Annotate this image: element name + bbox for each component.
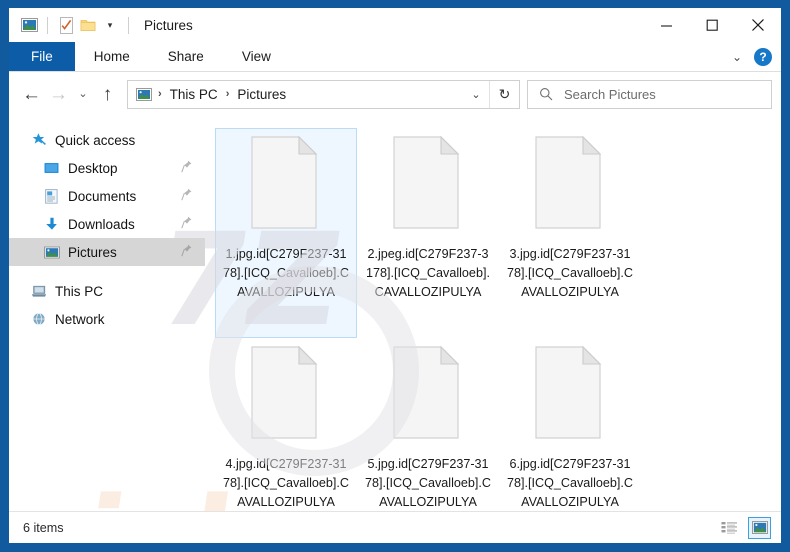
ribbon-tab-bar: File Home Share View ⌄ ?	[9, 42, 781, 72]
properties-icon[interactable]	[55, 14, 77, 36]
customize-dropdown-icon[interactable]: ▾	[99, 14, 121, 36]
maximize-button[interactable]	[689, 9, 735, 42]
large-icons-view-icon[interactable]	[748, 516, 771, 539]
sidebar-item-network[interactable]: Network	[9, 305, 205, 333]
navigation-bar: ← → ⌄ ↑ › This PC › Pictures ⌄ ↻ Search …	[9, 72, 781, 116]
desktop-icon	[43, 160, 60, 177]
tab-view[interactable]: View	[223, 42, 290, 71]
help-icon[interactable]: ?	[754, 47, 772, 66]
file-document-icon	[391, 345, 465, 441]
up-button[interactable]: ↑	[94, 79, 121, 109]
tab-home[interactable]: Home	[75, 42, 149, 71]
pin-icon[interactable]	[181, 244, 192, 260]
details-view-icon[interactable]	[718, 517, 741, 539]
this-pc-icon	[30, 283, 47, 300]
downloads-icon	[43, 216, 60, 233]
item-count-label: 6 items	[23, 520, 64, 535]
sidebar-item-desktop[interactable]: Desktop	[9, 154, 205, 182]
file-name-label: 4.jpg.id[C279F237-3178].[ICQ_Cavalloeb].…	[223, 457, 349, 509]
file-name-label: 3.jpg.id[C279F237-3178].[ICQ_Cavalloeb].…	[507, 247, 633, 299]
breadcrumb-pictures[interactable]: Pictures	[235, 87, 288, 102]
pin-icon[interactable]	[181, 160, 192, 176]
file-list-pane[interactable]: 1.jpg.id[C279F237-3178].[ICQ_Cavalloeb].…	[205, 116, 781, 511]
sidebar-label-desktop: Desktop	[68, 160, 118, 176]
file-item[interactable]: 4.jpg.id[C279F237-3178].[ICQ_Cavalloeb].…	[215, 338, 357, 511]
breadcrumb-this-pc[interactable]: This PC	[168, 87, 220, 102]
navigation-pane: Quick access Desktop Documents Downloads…	[9, 116, 205, 511]
sidebar-item-quick-access[interactable]: Quick access	[9, 126, 205, 154]
sidebar-label-documents: Documents	[68, 188, 137, 204]
file-name-label: 2.jpeg.id[C279F237-3178].[ICQ_Cavalloeb]…	[366, 247, 490, 299]
search-box[interactable]: Search Pictures	[527, 79, 772, 109]
toolbar-divider	[47, 16, 48, 34]
file-document-icon	[249, 345, 323, 441]
refresh-icon[interactable]: ↻	[489, 80, 519, 108]
sidebar-label-pictures: Pictures	[68, 244, 117, 260]
file-item[interactable]: 1.jpg.id[C279F237-3178].[ICQ_Cavalloeb].…	[215, 128, 357, 338]
file-name-label: 5.jpg.id[C279F237-3178].[ICQ_Cavalloeb].…	[365, 457, 491, 509]
forward-button[interactable]: →	[45, 79, 72, 109]
network-icon	[30, 311, 47, 328]
sidebar-item-downloads[interactable]: Downloads	[9, 210, 205, 238]
sidebar-item-documents[interactable]: Documents	[9, 182, 205, 210]
file-item[interactable]: 6.jpg.id[C279F237-3178].[ICQ_Cavalloeb].…	[499, 338, 641, 511]
pictures-folder-icon[interactable]	[18, 14, 40, 36]
breadcrumb-separator-2: ›	[225, 88, 230, 100]
pictures-icon	[43, 244, 60, 261]
search-input[interactable]: Search Pictures	[564, 87, 656, 102]
file-document-icon	[533, 135, 607, 231]
back-button[interactable]: ←	[18, 79, 45, 109]
title-bar: ▾ Pictures	[9, 8, 781, 42]
star-pin-icon	[30, 132, 47, 149]
ribbon-controls: ⌄ ?	[725, 42, 781, 71]
view-toggle-group	[718, 516, 771, 539]
file-document-icon	[533, 345, 607, 441]
minimize-button[interactable]	[643, 9, 689, 42]
toolbar-divider-2	[128, 16, 129, 34]
address-dropdown-chevron-down-icon[interactable]: ⌄	[463, 81, 489, 108]
pin-icon[interactable]	[181, 188, 192, 204]
breadcrumb-separator-1: ›	[158, 88, 162, 100]
file-document-icon	[249, 135, 323, 231]
expand-ribbon-chevron-down-icon[interactable]: ⌄	[725, 45, 749, 69]
file-grid: 1.jpg.id[C279F237-3178].[ICQ_Cavalloeb].…	[215, 128, 781, 511]
explorer-body: 7Z risk com Quick access	[9, 116, 781, 511]
file-name-label: 6.jpg.id[C279F237-3178].[ICQ_Cavalloeb].…	[507, 457, 633, 509]
search-icon	[537, 86, 554, 103]
tab-share[interactable]: Share	[149, 42, 223, 71]
sidebar-label-downloads: Downloads	[68, 216, 135, 232]
quick-access-toolbar: ▾ Pictures	[9, 14, 193, 36]
close-button[interactable]	[735, 9, 781, 42]
explorer-window: ▾ Pictures File Home Share View ⌄ ? ← → …	[0, 0, 790, 552]
status-bar: 6 items	[9, 511, 781, 543]
address-bar[interactable]: › This PC › Pictures ⌄ ↻	[127, 79, 520, 109]
pin-icon[interactable]	[181, 216, 192, 232]
sidebar-item-pictures[interactable]: Pictures	[9, 238, 205, 266]
new-folder-icon[interactable]	[77, 14, 99, 36]
tab-file[interactable]: File	[9, 42, 75, 71]
file-item[interactable]: 3.jpg.id[C279F237-3178].[ICQ_Cavalloeb].…	[499, 128, 641, 338]
recent-locations-chevron-down-icon[interactable]: ⌄	[72, 79, 94, 109]
address-pictures-icon	[135, 86, 152, 103]
file-name-label: 1.jpg.id[C279F237-3178].[ICQ_Cavalloeb].…	[223, 247, 349, 299]
sidebar-item-this-pc[interactable]: This PC	[9, 277, 205, 305]
file-item[interactable]: 5.jpg.id[C279F237-3178].[ICQ_Cavalloeb].…	[357, 338, 499, 511]
sidebar-label-network: Network	[55, 311, 105, 327]
file-item[interactable]: 2.jpeg.id[C279F237-3178].[ICQ_Cavalloeb]…	[357, 128, 499, 338]
documents-icon	[43, 188, 60, 205]
file-document-icon	[391, 135, 465, 231]
sidebar-label-quick-access: Quick access	[55, 132, 136, 148]
window-title: Pictures	[144, 17, 193, 33]
sidebar-label-this-pc: This PC	[55, 283, 104, 299]
